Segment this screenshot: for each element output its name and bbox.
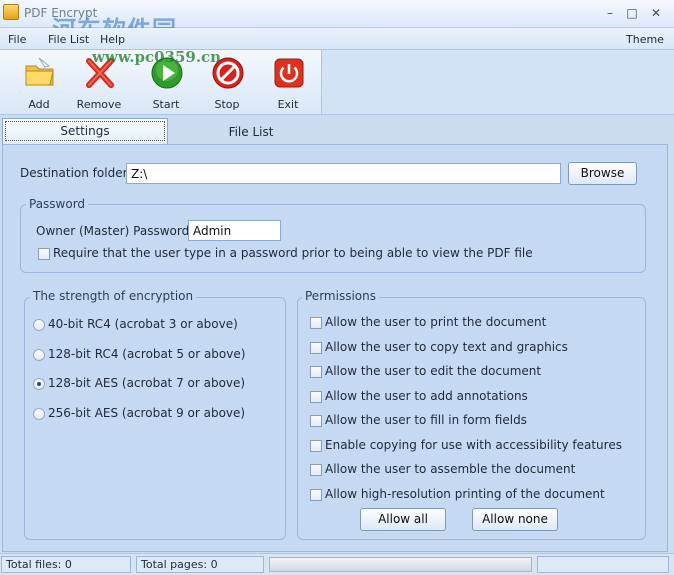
permissions-title: Permissions — [302, 289, 379, 303]
exit-label: Exit — [277, 98, 299, 111]
destination-label: Destination folder: — [20, 166, 132, 180]
menu-help[interactable]: Help — [100, 33, 125, 46]
minimize-button[interactable]: – — [600, 5, 620, 21]
app-lock-icon — [3, 4, 19, 20]
password-group-title: Password — [26, 197, 89, 211]
perm-annotations-checkbox[interactable] — [310, 391, 322, 403]
password-group — [20, 204, 646, 273]
perm-copy-label: Allow the user to copy text and graphics — [325, 340, 568, 354]
perm-print-label: Allow the user to print the document — [325, 315, 547, 329]
owner-password-label: Owner (Master) Password: — [36, 224, 194, 238]
perm-edit-label: Allow the user to edit the document — [325, 364, 542, 378]
radio-40bit-rc4[interactable] — [33, 319, 45, 331]
radio-256bit-aes-label: 256-bit AES (acrobat 9 or above) — [48, 406, 246, 420]
total-files-status: Total files: 0 — [1, 556, 131, 573]
maximize-button[interactable]: □ — [622, 5, 642, 21]
menu-file[interactable]: File — [8, 33, 26, 46]
encryption-strength-title: The strength of encryption — [30, 289, 197, 303]
stop-label: Stop — [214, 98, 240, 111]
perm-fill-forms-label: Allow the user to fill in form fields — [325, 413, 527, 427]
progress-bar — [269, 557, 532, 572]
remove-label: Remove — [76, 98, 122, 111]
radio-128bit-rc4-label: 128-bit RC4 (acrobat 5 or above) — [48, 347, 246, 361]
tab-file-list[interactable]: File List — [168, 120, 334, 146]
radio-128bit-rc4[interactable] — [33, 349, 45, 361]
add-label: Add — [28, 98, 50, 111]
watermark-url: www.pc0359.cn — [92, 48, 222, 66]
perm-accessibility-label: Enable copying for use with accessibilit… — [325, 438, 622, 452]
perm-assemble-label: Allow the user to assemble the document — [325, 462, 576, 476]
perm-print-checkbox[interactable] — [310, 317, 322, 329]
require-user-password-checkbox[interactable] — [38, 248, 50, 260]
radio-128bit-aes-label: 128-bit AES (acrobat 7 or above) — [48, 376, 246, 390]
owner-password-input[interactable] — [188, 220, 281, 241]
status-empty-cell — [537, 556, 669, 573]
toolbar-background — [322, 50, 674, 115]
allow-all-button[interactable]: Allow all — [360, 508, 446, 531]
menu-theme[interactable]: Theme — [626, 33, 664, 46]
allow-none-button[interactable]: Allow none — [472, 508, 558, 531]
tab-settings[interactable]: Settings — [2, 118, 168, 144]
total-pages-status: Total pages: 0 — [136, 556, 264, 573]
power-icon — [274, 58, 304, 88]
radio-40bit-rc4-label: 40-bit RC4 (acrobat 3 or above) — [48, 317, 238, 331]
exit-button[interactable]: Exit — [259, 54, 317, 112]
radio-256bit-aes[interactable] — [33, 408, 45, 420]
perm-edit-checkbox[interactable] — [310, 366, 322, 378]
perm-accessibility-checkbox[interactable] — [310, 440, 322, 452]
perm-fill-forms-checkbox[interactable] — [310, 415, 322, 427]
destination-folder-input[interactable] — [126, 163, 561, 184]
perm-copy-checkbox[interactable] — [310, 342, 322, 354]
menu-file-list[interactable]: File List — [48, 33, 89, 46]
radio-128bit-aes[interactable] — [33, 378, 45, 390]
perm-assemble-checkbox[interactable] — [310, 464, 322, 476]
add-button[interactable]: Add — [10, 54, 68, 112]
perm-hires-print-checkbox[interactable] — [310, 489, 322, 501]
start-label: Start — [152, 98, 180, 111]
close-button[interactable]: ✕ — [646, 5, 666, 21]
require-user-password-label: Require that the user type in a password… — [53, 246, 533, 260]
browse-button[interactable]: Browse — [568, 162, 637, 185]
folder-icon — [25, 57, 54, 86]
perm-annotations-label: Allow the user to add annotations — [325, 389, 528, 403]
perm-hires-print-label: Allow high-resolution printing of the do… — [325, 487, 605, 501]
